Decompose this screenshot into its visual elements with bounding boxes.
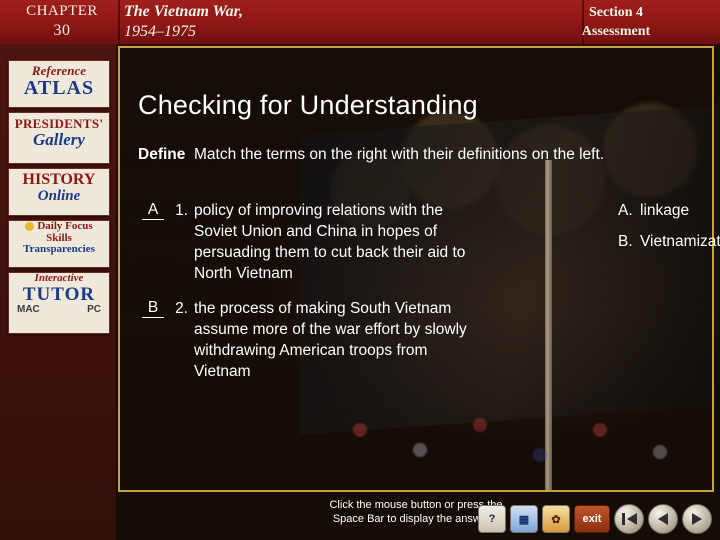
chapter-label: CHAPTER 30 [10,2,114,42]
sidebar-item-transparencies-label: Transparencies [23,243,95,256]
chapter-number: 30 [53,22,71,39]
question-list: A 1. policy of improving relations with … [142,200,694,392]
question-number-2: 2. [175,300,188,317]
sidebar-item-online-label: Online [37,187,81,204]
gallery-icon[interactable]: ✿ [542,505,570,533]
choice-letter-a: A. [618,202,633,219]
sidebar-item-interactive-tutor[interactable]: Interactive TUTOR MAC PC [8,272,110,334]
sidebar-item-history-label: HISTORY [22,171,96,188]
sidebar-item-history-online[interactable]: HISTORY Online [8,168,110,216]
sidebar-item-gallery-label: Gallery [33,129,85,149]
previous-bar-icon [621,513,625,525]
question-text-2: the process of making South Vietnam assu… [194,300,467,380]
sidebar-item-interactive-label: Interactive [34,272,84,284]
sidebar-item-daily-focus-skills-transparencies[interactable]: Daily Focus Skills Transparencies [8,220,110,268]
sidebar-item-tutor-label: TUTOR [22,283,96,305]
sidebar: Reference ATLAS PRESIDENTS' Gallery HIST… [0,44,117,540]
previous-arrow-icon [626,513,637,525]
answer-blank-2[interactable]: B [142,298,164,318]
next-button[interactable] [682,504,712,534]
choice-item-a: A. linkage [618,200,720,221]
book-title: The Vietnam War, 1954–1975 [124,2,243,42]
next-arrow-icon [692,513,702,525]
sidebar-item-presidents-gallery[interactable]: PRESIDENTS' Gallery [8,112,110,164]
choice-letter-b: B. [618,233,633,250]
daily-focus-text: Daily Focus [37,220,93,232]
choice-item-b: B. Vietnamization [618,231,720,252]
sidebar-item-reference-label: Reference [31,63,87,78]
slide-stage: CHAPTER 30 The Vietnam War, 1954–1975 Se… [0,0,720,540]
content-panel: Checking for Understanding Define Match … [118,46,720,492]
header-divider-left [118,0,120,44]
choice-list: A. linkage B. Vietnamization [618,200,720,262]
question-row: A 1. policy of improving relations with … [142,200,694,284]
book-title-line1: The Vietnam War, [124,3,243,20]
section-line2: Assessment [581,24,651,39]
question-row: B 2. the process of making South Vietnam… [142,298,694,382]
section-line1: Section 4 [588,5,644,20]
directions: Define Match the terms on the right with… [138,144,683,165]
star-icon [25,221,35,231]
choice-term-b: Vietnamization [640,233,720,250]
header-bar: CHAPTER 30 The Vietnam War, 1954–1975 Se… [0,0,720,45]
page-title: Checking for Understanding [138,90,478,120]
help-icon[interactable]: ? [478,505,506,533]
sidebar-item-atlas-label: ATLAS [23,76,95,99]
chart-icon[interactable]: ▦ [510,505,538,533]
pc-label: PC [87,304,101,316]
sidebar-item-platform-row: MAC PC [9,304,109,315]
directions-text: Match the terms on the right with their … [194,146,605,163]
section-label: Section 4 Assessment [526,3,706,41]
question-text-1: policy of improving relations with the S… [194,202,466,282]
chapter-word: CHAPTER [26,3,98,19]
navigation-bar: ? ▦ ✿ exit [478,504,712,534]
sidebar-item-reference-atlas[interactable]: Reference ATLAS [8,60,110,108]
choice-term-a: linkage [640,202,690,219]
sidebar-item-presidents-label: PRESIDENTS' [14,116,104,131]
directions-label: Define [138,146,186,163]
question-number-1: 1. [175,202,188,219]
exit-button[interactable]: exit [574,505,610,533]
book-title-line2: 1954–1975 [124,23,196,40]
back-button[interactable] [648,504,678,534]
sidebar-item-daily-focus-label: Daily Focus [9,221,109,233]
previous-button[interactable] [614,504,644,534]
answer-blank-1[interactable]: A [142,200,164,220]
back-arrow-icon [658,513,668,525]
mac-label: MAC [17,304,40,316]
